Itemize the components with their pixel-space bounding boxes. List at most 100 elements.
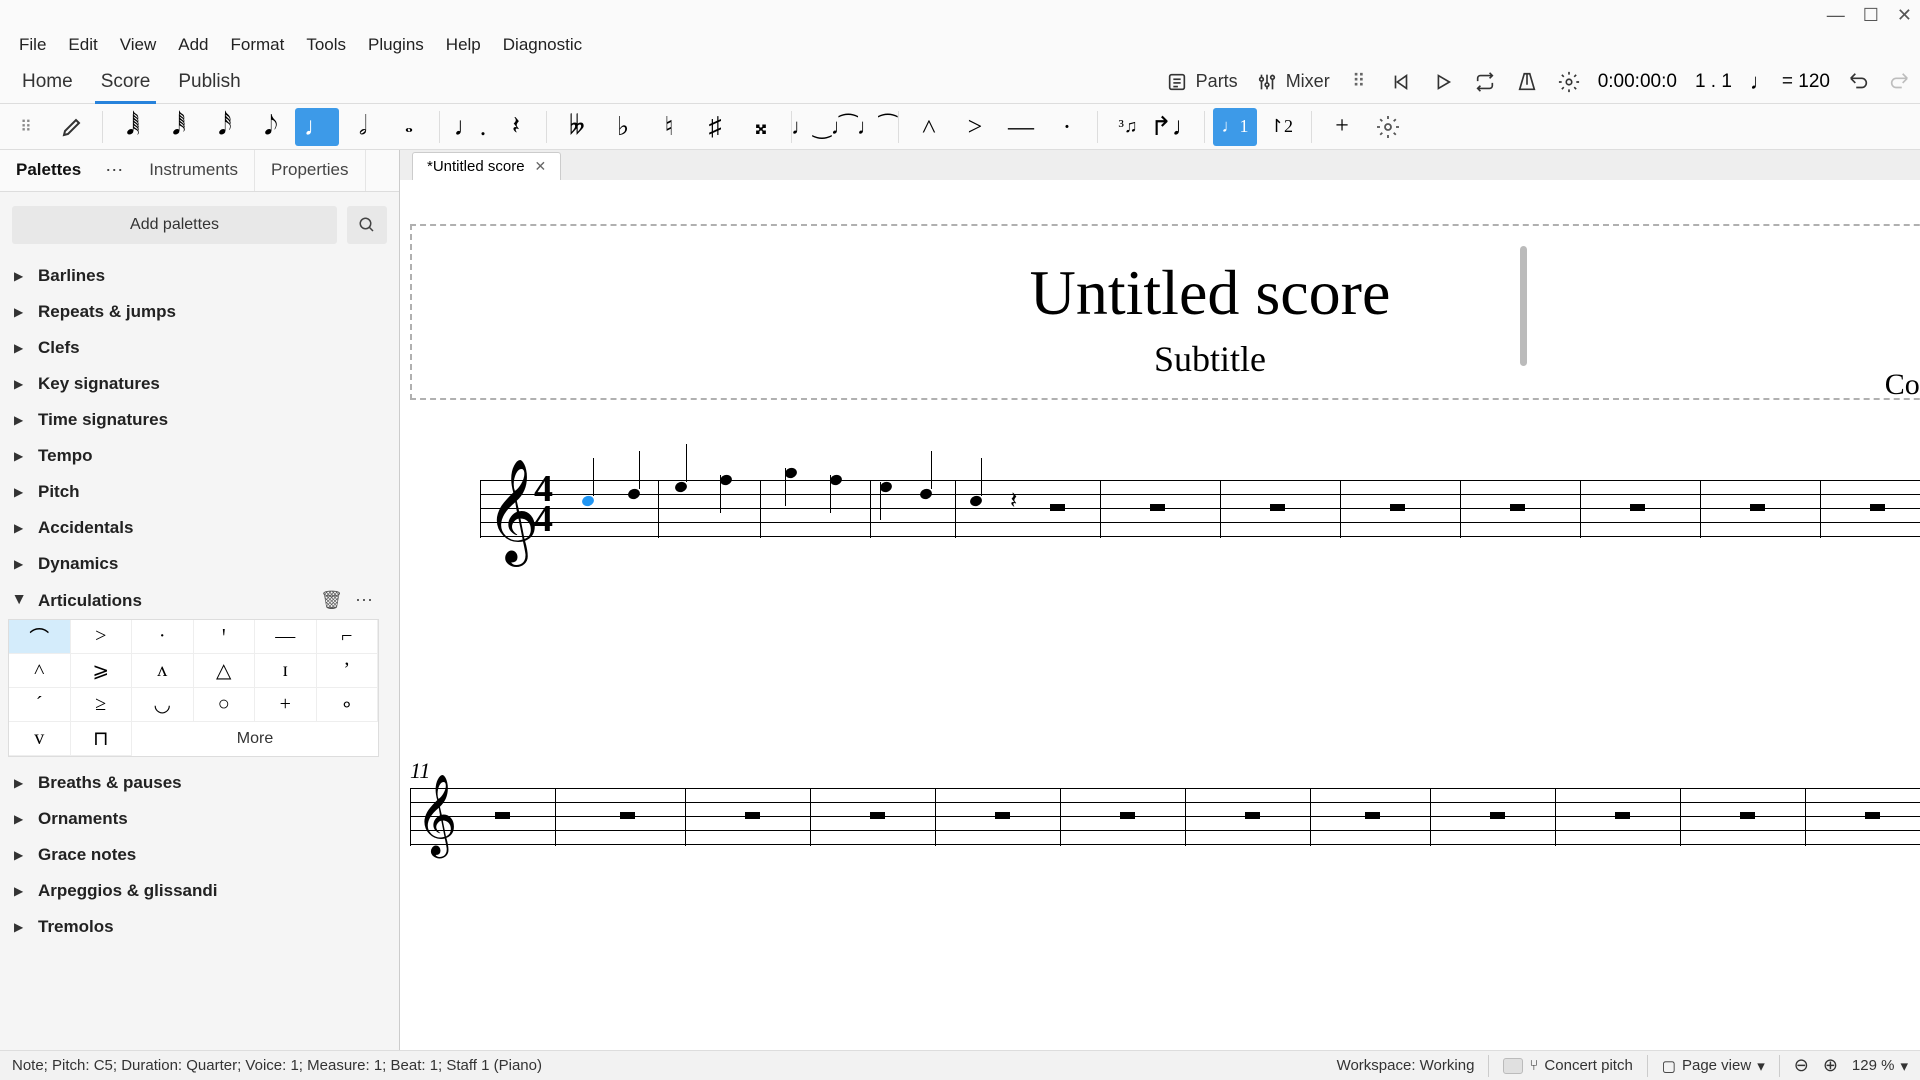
time-signature[interactable]: 44 [534,474,553,534]
marcato-icon[interactable]: ˄ [907,108,951,146]
palette-repeats[interactable]: ▶Repeats & jumps [0,294,387,330]
artic-louré[interactable]: ⌐ [317,620,379,654]
score-composer[interactable]: Composer / arra [1885,368,1920,402]
artic-marcato[interactable]: ˄ [9,654,71,688]
palette-breaths[interactable]: ▶Breaths & pauses [0,765,387,801]
sidebar-tab-properties[interactable]: Properties [255,150,365,191]
artic-slash[interactable]: ´ [9,688,71,722]
tie-icon[interactable]: ♩‿♩ [800,108,844,146]
artic-harmonic[interactable]: ∘ [317,688,379,722]
parts-button[interactable]: Parts [1166,71,1238,93]
artic-stroke[interactable]: ɪ [255,654,317,688]
add-palettes-button[interactable]: Add palettes [12,206,337,244]
palette-grace[interactable]: ▶Grace notes [0,837,387,873]
whole-rest[interactable] [1150,504,1165,511]
tenuto-icon[interactable]: — [999,108,1043,146]
note-quarter-icon[interactable]: ♩ [295,108,339,146]
mixer-button[interactable]: Mixer [1256,71,1330,93]
menu-edit[interactable]: Edit [57,31,108,59]
palette-accidentals[interactable]: ▶Accidentals [0,510,387,546]
artic-upbow[interactable]: v [9,722,71,756]
slur-icon[interactable]: ⁀♩⁀ [846,108,890,146]
palette-articulations[interactable]: ▶Articulations 🗑 ⋯ [0,582,387,619]
artic-fermata[interactable]: ⌒ [9,620,71,654]
menu-plugins[interactable]: Plugins [357,31,435,59]
artic-staccatissimo[interactable]: ꞌ [194,620,256,654]
palette-barlines[interactable]: ▶Barlines [0,258,387,294]
artic-staccato[interactable]: · [132,620,194,654]
staff-system-1[interactable]: 𝄞 44 [480,480,1920,538]
sharp-icon[interactable]: ♯ [693,108,737,146]
page-view-select[interactable]: ▢ Page view ▾ [1662,1057,1765,1075]
menu-help[interactable]: Help [435,31,492,59]
undo-icon[interactable] [1848,71,1870,93]
minimize-icon[interactable]: — [1827,5,1845,26]
sidebar-scrollbar[interactable] [1520,246,1527,366]
menu-tools[interactable]: Tools [295,31,357,59]
note-whole-icon[interactable]: 𝅝 [387,108,431,146]
concert-pitch-toggle[interactable]: ⑂ Concert pitch [1503,1057,1632,1074]
palette-keysig[interactable]: ▶Key signatures [0,366,387,402]
voice-1-icon[interactable]: ♩1 [1213,108,1257,146]
menu-add[interactable]: Add [167,31,219,59]
trash-icon[interactable]: 🗑 [320,590,343,611]
zoom-value[interactable]: 129 % ▾ [1852,1057,1908,1075]
tab-home[interactable]: Home [8,61,87,103]
rewind-icon[interactable] [1390,71,1412,93]
search-palettes-button[interactable] [347,206,387,244]
menu-format[interactable]: Format [220,31,296,59]
artic-plus[interactable]: + [255,688,317,722]
note-selected[interactable] [581,494,596,508]
sidebar-tab-instruments[interactable]: Instruments [133,150,255,191]
document-tab[interactable]: *Untitled score ✕ [412,152,561,180]
artic-accent-under[interactable]: ≥ [71,688,133,722]
note-64th-icon[interactable]: 𝅘𝅥𝅲 [111,108,155,146]
menu-view[interactable]: View [109,31,168,59]
artic-stroke2[interactable]: ʼ [317,654,379,688]
more-icon[interactable]: ⋯ [355,590,373,611]
dot-icon[interactable]: ♩. [448,108,492,146]
zoom-out-icon[interactable]: ⊖ [1794,1055,1809,1076]
artic-open[interactable]: ○ [194,688,256,722]
note[interactable] [674,480,689,494]
artic-accent[interactable]: > [71,620,133,654]
zoom-in-icon[interactable]: ⊕ [1823,1055,1838,1076]
menu-diagnostic[interactable]: Diagnostic [492,31,593,59]
double-flat-icon[interactable]: 𝄫 [555,108,599,146]
score-canvas[interactable]: Untitled score Subtitle Composer / arra … [400,180,1920,1050]
flip-stem-icon[interactable]: ↱♩ [1152,108,1196,146]
palette-ornaments[interactable]: ▶Ornaments [0,801,387,837]
play-icon[interactable] [1432,71,1454,93]
note[interactable] [969,494,984,508]
drag-handle-icon[interactable]: ⠿ [4,108,48,146]
drag-handle-icon[interactable]: ⠿ [1348,71,1370,93]
rest-icon[interactable]: 𝄽 [494,108,538,146]
rest[interactable] [1050,504,1065,511]
artic-breve[interactable]: ◡ [132,688,194,722]
palette-pitch[interactable]: ▶Pitch [0,474,387,510]
artic-tenuto[interactable]: — [255,620,317,654]
loop-icon[interactable] [1474,71,1496,93]
palette-clefs[interactable]: ▶Clefs [0,330,387,366]
title-frame[interactable]: Untitled score Subtitle Composer / arra [410,224,1920,400]
artic-marcato2[interactable]: ʌ [132,654,194,688]
natural-icon[interactable]: ♮ [647,108,691,146]
note[interactable] [919,487,934,501]
score-subtitle[interactable]: Subtitle [412,338,1920,380]
tab-score[interactable]: Score [87,61,165,103]
palette-timesig[interactable]: ▶Time signatures [0,402,387,438]
note-32nd-icon[interactable]: 𝅘𝅥𝅱 [157,108,201,146]
menu-file[interactable]: File [8,31,57,59]
note-16th-icon[interactable]: 𝅘𝅥𝅰 [203,108,247,146]
palette-arpeggios[interactable]: ▶Arpeggios & glissandi [0,873,387,909]
metronome-icon[interactable] [1516,71,1538,93]
sidebar-tab-palettes[interactable]: Palettes [0,150,97,191]
settings-icon[interactable] [1558,71,1580,93]
artic-more-button[interactable]: More [132,722,378,756]
voice-2-icon[interactable]: ↾2 [1259,108,1303,146]
palette-tremolos[interactable]: ▶Tremolos [0,909,387,945]
palette-dynamics[interactable]: ▶Dynamics [0,546,387,582]
flat-icon[interactable]: ♭ [601,108,645,146]
toolbar-settings-icon[interactable] [1366,108,1410,146]
staff-system-2[interactable]: 11 𝄞 [410,788,1920,846]
